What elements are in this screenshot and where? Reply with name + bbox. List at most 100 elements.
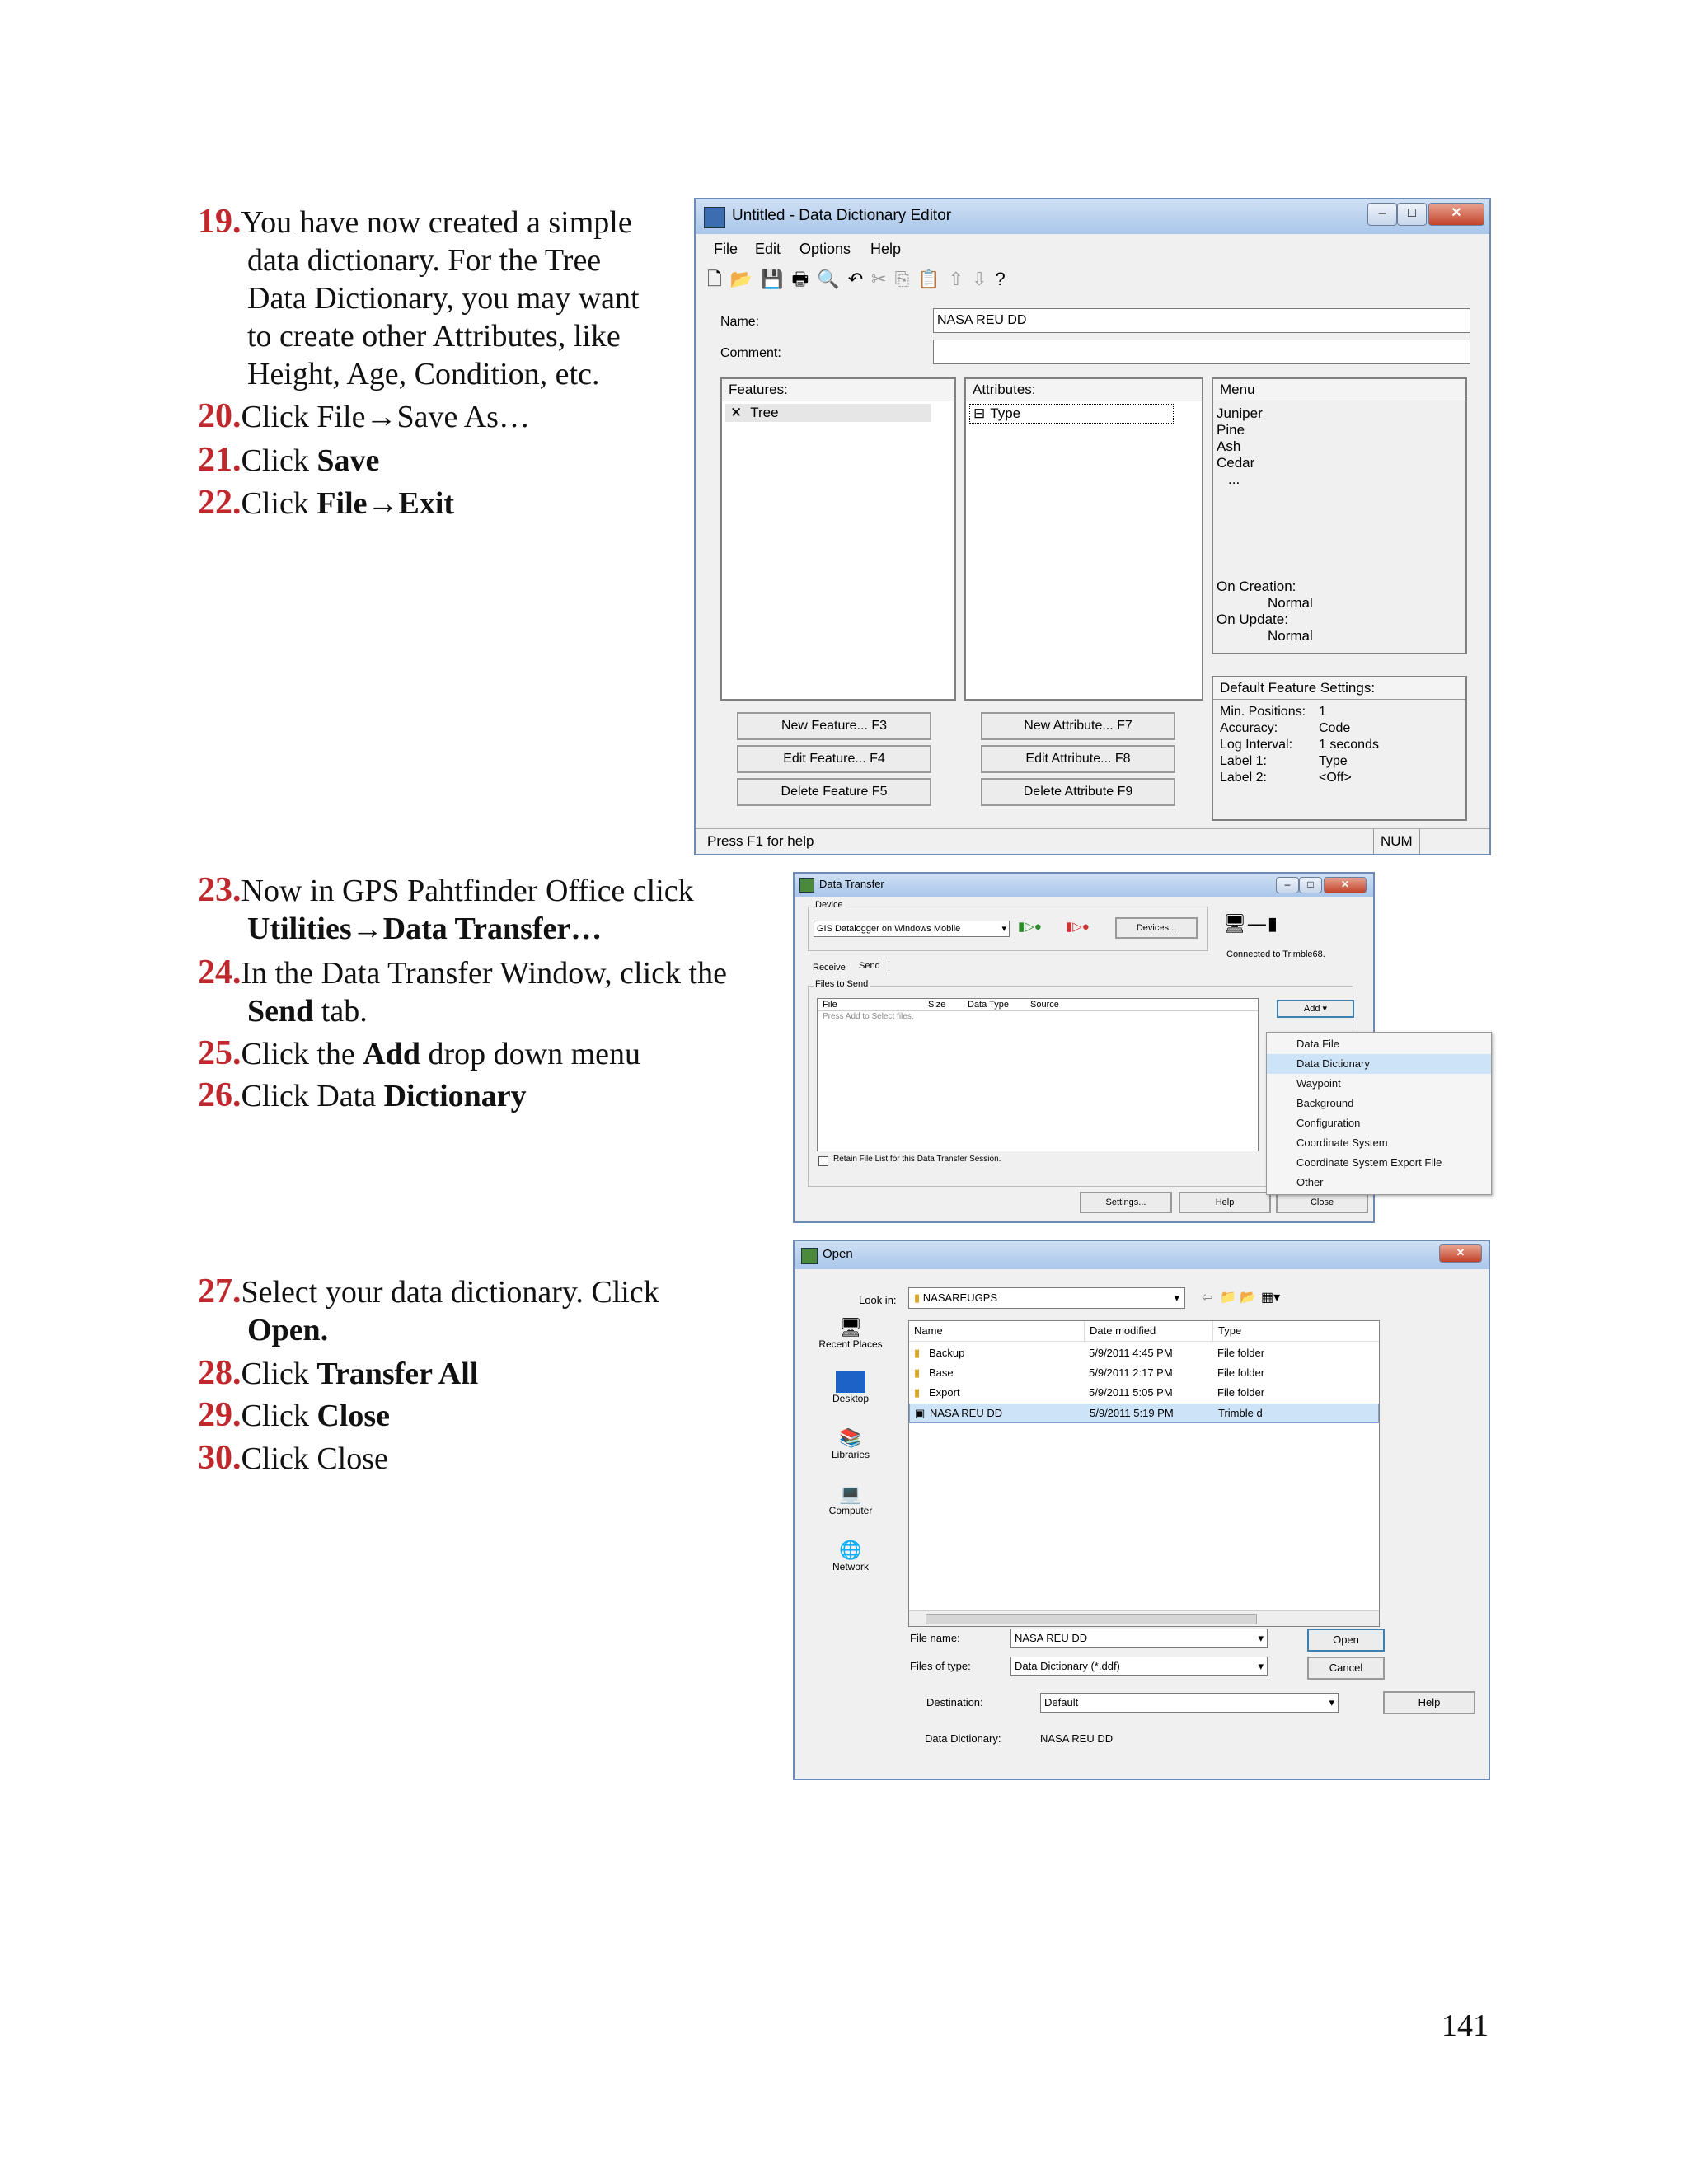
- menu-item-data-dictionary[interactable]: Data Dictionary: [1267, 1054, 1491, 1074]
- horizontal-scrollbar[interactable]: [909, 1610, 1379, 1626]
- undo-icon[interactable]: ↶: [848, 269, 871, 289]
- minimize-button[interactable]: –: [1367, 203, 1397, 226]
- menu-item-background[interactable]: Background: [1267, 1094, 1491, 1113]
- places-libraries[interactable]: 📚 Libraries: [801, 1427, 900, 1460]
- open-button[interactable]: Open: [1307, 1629, 1385, 1652]
- add-button[interactable]: Add ▾: [1277, 1000, 1354, 1018]
- step-27: 27.Select your data dictionary. Click Op…: [198, 1272, 659, 1347]
- devices-button[interactable]: Devices...: [1115, 917, 1198, 939]
- menu-item-coordinate-export[interactable]: Coordinate System Export File: [1267, 1153, 1491, 1173]
- file-row[interactable]: ▮ Export 5/9/2011 5:05 PM File folder: [909, 1384, 1379, 1402]
- file-row[interactable]: ▮ Base 5/9/2011 2:17 PM File folder: [909, 1364, 1379, 1382]
- file-row-selected[interactable]: ▣ NASA REU DD 5/9/2011 5:19 PM Trimble d: [909, 1404, 1379, 1423]
- on-creation-value: Normal: [1268, 595, 1313, 611]
- new-folder-icon[interactable]: 📂: [1240, 1289, 1256, 1305]
- menu-item-waypoint[interactable]: Waypoint: [1267, 1074, 1491, 1094]
- title-bar: Data Transfer – □ ✕: [795, 874, 1373, 897]
- file-name-input[interactable]: NASA REU DD ▾: [1010, 1629, 1268, 1648]
- col-name[interactable]: Name: [914, 1321, 943, 1341]
- delete-feature-button[interactable]: Delete Feature F5: [737, 778, 931, 806]
- menu-edit[interactable]: Edit: [755, 236, 781, 262]
- places-recent[interactable]: 🖥 Recent Places: [801, 1317, 900, 1350]
- file-list[interactable]: Name Date modified Type ▮ Backup 5/9/2011 …: [908, 1320, 1380, 1627]
- menu-help[interactable]: Help: [870, 236, 901, 262]
- tab-send[interactable]: Send: [859, 961, 889, 971]
- down-arrow-icon[interactable]: ⇩: [972, 269, 995, 289]
- default-feature-settings: Default Feature Settings: Min. Positions…: [1212, 676, 1467, 821]
- paste-icon[interactable]: 📋: [917, 269, 948, 289]
- new-icon[interactable]: 🗋: [707, 269, 730, 289]
- features-list[interactable]: Features: ✕ Tree: [720, 377, 956, 701]
- step-30: 30.Click Close: [198, 1439, 388, 1477]
- step-19: 19.You have now created a simple data di…: [198, 203, 640, 391]
- comment-field[interactable]: [933, 340, 1470, 364]
- device-select[interactable]: GIS Datalogger on Windows Mobile ▾: [814, 921, 1010, 937]
- menu-item-data-file[interactable]: Data File: [1267, 1034, 1491, 1054]
- name-field[interactable]: NASA REU DD: [933, 308, 1470, 333]
- places-network[interactable]: 🌐 Network: [801, 1540, 900, 1572]
- up-arrow-icon[interactable]: ⇧: [949, 269, 972, 289]
- title-bar: Untitled - Data Dictionary Editor – □ ✕: [696, 199, 1489, 234]
- tab-receive[interactable]: Receive: [813, 963, 846, 972]
- cancel-button[interactable]: Cancel: [1307, 1657, 1385, 1680]
- retain-checkbox[interactable]: [818, 1156, 828, 1166]
- maximize-button[interactable]: □: [1397, 203, 1427, 226]
- preview-icon[interactable]: 🔍: [817, 269, 847, 289]
- attribute-item[interactable]: ⊟ Type: [969, 404, 1174, 424]
- help-icon[interactable]: ?: [995, 269, 1013, 289]
- copy-icon[interactable]: ⎘: [895, 269, 918, 289]
- computer-icon: 💻: [839, 1483, 862, 1504]
- up-folder-icon[interactable]: 📁: [1220, 1289, 1236, 1305]
- save-icon[interactable]: 💾: [761, 269, 791, 289]
- new-attribute-button[interactable]: New Attribute... F7: [981, 712, 1175, 740]
- connect-icon[interactable]: ▮▷●: [1018, 919, 1042, 934]
- libraries-icon: 📚: [839, 1427, 862, 1448]
- menu-value: Cedar: [1217, 455, 1255, 471]
- chevron-down-icon: ▾: [1258, 1632, 1264, 1644]
- menu-file[interactable]: File: [714, 236, 738, 262]
- edit-attribute-button[interactable]: Edit Attribute... F8: [981, 745, 1175, 773]
- attributes-header: Attributes:: [966, 379, 1202, 401]
- maximize-button[interactable]: □: [1299, 877, 1322, 893]
- settings-button[interactable]: Settings...: [1080, 1192, 1172, 1213]
- close-button[interactable]: ✕: [1324, 877, 1367, 893]
- scroll-thumb[interactable]: [926, 1614, 1257, 1624]
- file-row[interactable]: ▮ Backup 5/9/2011 4:45 PM File folder: [909, 1344, 1379, 1362]
- connection-status: Connected to Trimble68.: [1226, 949, 1325, 959]
- menu-item-other[interactable]: Other: [1267, 1173, 1491, 1193]
- files-list[interactable]: File Size Data Type Source Press Add to …: [817, 998, 1259, 1151]
- menu-options[interactable]: Options: [799, 236, 851, 262]
- new-feature-button[interactable]: New Feature... F3: [737, 712, 931, 740]
- destination-label: Destination:: [926, 1696, 983, 1708]
- attributes-list[interactable]: Attributes: ⊟ Type: [964, 377, 1203, 701]
- col-date[interactable]: Date modified: [1084, 1321, 1156, 1341]
- window-title: Open: [823, 1247, 853, 1261]
- close-button[interactable]: ✕: [1439, 1244, 1482, 1263]
- help-button[interactable]: Help: [1383, 1691, 1475, 1714]
- minimize-button[interactable]: –: [1276, 877, 1299, 893]
- destination-select[interactable]: Default ▾: [1040, 1693, 1339, 1713]
- view-menu-icon[interactable]: ▦▾: [1261, 1289, 1280, 1305]
- col-type[interactable]: Type: [1212, 1321, 1241, 1341]
- files-of-type-select[interactable]: Data Dictionary (*.ddf) ▾: [1010, 1657, 1268, 1676]
- close-button[interactable]: ✕: [1428, 203, 1484, 226]
- default-settings-header: Default Feature Settings:: [1213, 677, 1465, 700]
- print-icon[interactable]: 🖶: [792, 269, 818, 289]
- data-dictionary-editor-window: Untitled - Data Dictionary Editor – □ ✕ …: [694, 198, 1491, 855]
- places-desktop[interactable]: Desktop: [801, 1371, 900, 1404]
- menu-item-coordinate-system[interactable]: Coordinate System: [1267, 1133, 1491, 1153]
- edit-feature-button[interactable]: Edit Feature... F4: [737, 745, 931, 773]
- feature-item[interactable]: ✕ Tree: [725, 404, 931, 422]
- status-text: Press F1 for help: [707, 833, 814, 849]
- open-folder-icon[interactable]: 📂: [730, 269, 761, 289]
- back-icon[interactable]: ⇦: [1202, 1289, 1212, 1305]
- look-in-select[interactable]: ▮ NASAREUGPS ▾: [908, 1287, 1185, 1309]
- places-computer[interactable]: 💻 Computer: [801, 1483, 900, 1516]
- disconnect-icon[interactable]: ▮▷●: [1066, 919, 1090, 934]
- open-dialog-window: Open ✕ Look in: ▮ NASAREUGPS ▾ ⇦ 📁 📂 ▦▾ 🖥…: [793, 1240, 1490, 1780]
- cut-icon[interactable]: ✂: [871, 269, 894, 289]
- help-button[interactable]: Help: [1179, 1192, 1271, 1213]
- delete-attribute-button[interactable]: Delete Attribute F9: [981, 778, 1175, 806]
- menu-item-configuration[interactable]: Configuration: [1267, 1113, 1491, 1133]
- setting-row: Min. Positions: 1: [1220, 705, 1326, 719]
